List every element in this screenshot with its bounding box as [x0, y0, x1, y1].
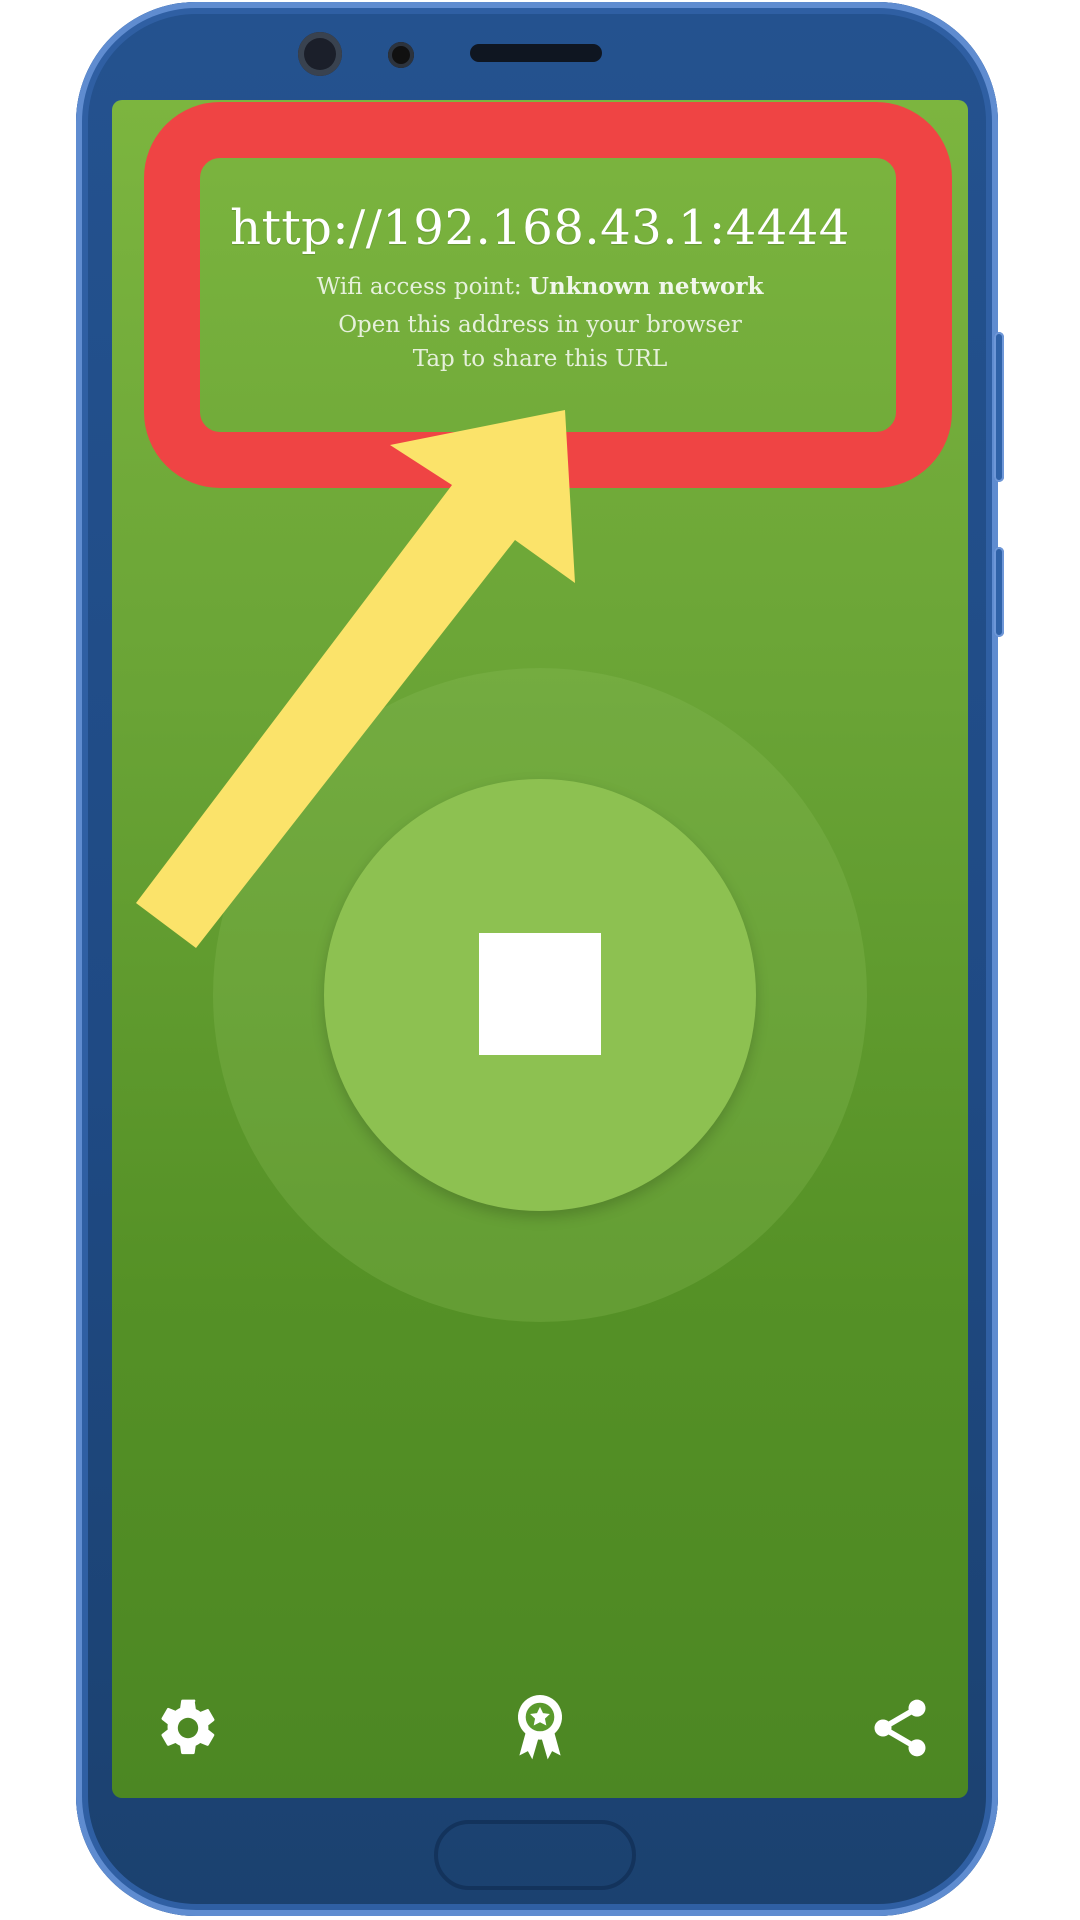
settings-button[interactable]: [148, 1690, 228, 1770]
award-ribbon-icon: [507, 1692, 573, 1768]
sensor-dot: [388, 42, 414, 68]
front-camera: [298, 32, 342, 76]
server-url[interactable]: http://192.168.43.1:4444: [112, 200, 968, 256]
share-hint[interactable]: Tap to share this URL: [112, 342, 968, 376]
stop-icon: [479, 933, 601, 1055]
gear-icon: [154, 1694, 222, 1766]
server-info[interactable]: http://192.168.43.1:4444 Wifi access poi…: [112, 200, 968, 376]
wifi-network-name: Unknown network: [528, 273, 764, 300]
stop-server-button[interactable]: [324, 779, 756, 1211]
app-screen: http://192.168.43.1:4444 Wifi access poi…: [112, 100, 968, 1798]
volume-button: [994, 332, 1004, 482]
share-button[interactable]: [860, 1690, 940, 1770]
earpiece-speaker: [470, 44, 602, 62]
home-button[interactable]: [434, 1820, 636, 1890]
wifi-info: Wifi access point: Unknown network: [112, 270, 968, 304]
share-icon: [866, 1694, 934, 1766]
wifi-label: Wifi access point:: [316, 274, 529, 300]
open-hint: Open this address in your browser: [338, 312, 742, 338]
power-button: [994, 547, 1004, 637]
achievements-button[interactable]: [500, 1690, 580, 1770]
